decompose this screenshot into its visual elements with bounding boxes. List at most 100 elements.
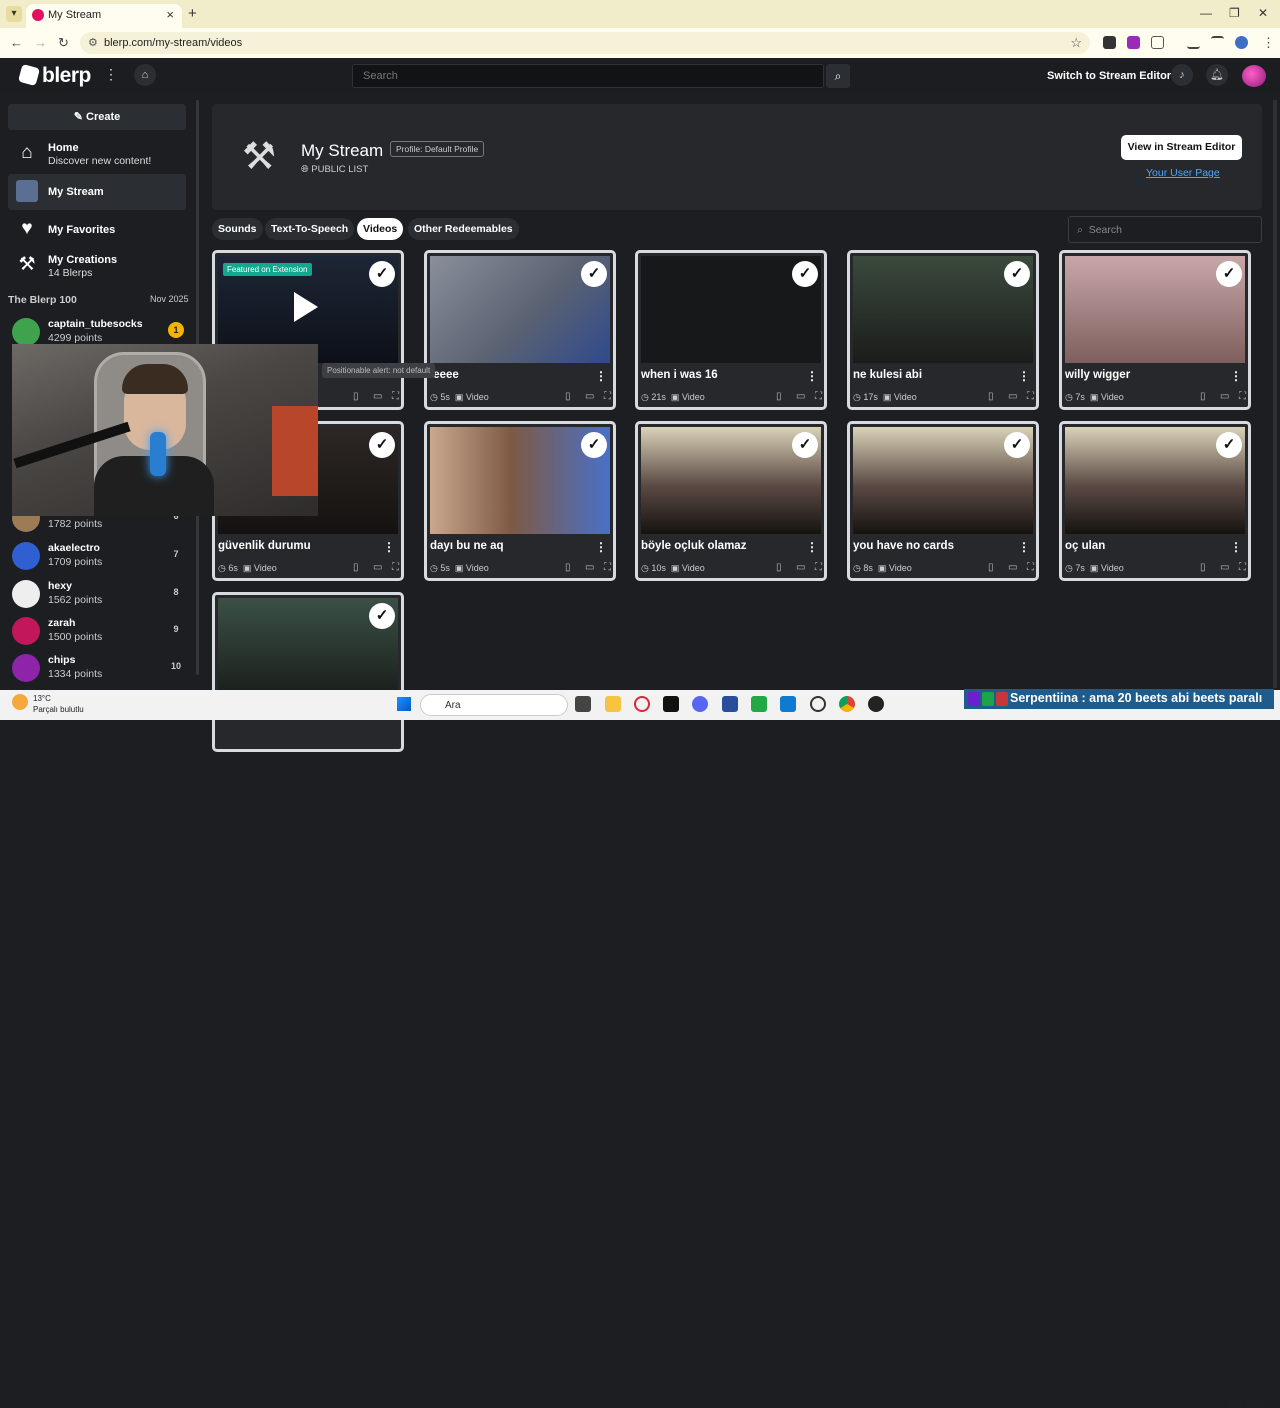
card-more-icon[interactable]: ⋮ xyxy=(1230,540,1242,554)
vscode-icon[interactable] xyxy=(780,696,796,712)
main-scrollbar[interactable] xyxy=(1273,100,1277,688)
volume-icon[interactable]: ♪ xyxy=(1171,64,1193,86)
video-card[interactable]: ✓ oç ulan ⋮ ◷ 7s ▣ Video ▯ ▭ ⛶ xyxy=(1059,421,1251,581)
back-icon[interactable]: ← xyxy=(10,35,23,50)
position-icon[interactable]: ▭ xyxy=(1008,391,1017,402)
selected-check-icon[interactable]: ✓ xyxy=(369,603,395,629)
browser-menu-icon[interactable]: ⋮ xyxy=(1262,35,1275,51)
close-tab-icon[interactable]: × xyxy=(166,7,174,22)
tab-videos[interactable]: Videos xyxy=(357,218,404,240)
selected-check-icon[interactable]: ✓ xyxy=(1004,432,1030,458)
selected-check-icon[interactable]: ✓ xyxy=(369,261,395,287)
selected-check-icon[interactable]: ✓ xyxy=(1004,261,1030,287)
opera-icon[interactable] xyxy=(634,696,650,712)
window-close-icon[interactable]: ✕ xyxy=(1258,6,1268,20)
selected-check-icon[interactable]: ✓ xyxy=(792,432,818,458)
layout-icon[interactable]: ▯ xyxy=(1200,391,1206,402)
notification-bell-icon[interactable]: 🔔︎ xyxy=(1206,64,1228,86)
fullscreen-icon[interactable]: ⛶ xyxy=(604,562,611,573)
app-icon[interactable] xyxy=(722,696,738,712)
position-icon[interactable]: ▭ xyxy=(585,391,594,402)
reload-icon[interactable]: ↻ xyxy=(58,35,69,51)
fullscreen-icon[interactable]: ⛶ xyxy=(392,391,399,402)
forward-icon[interactable]: → xyxy=(34,35,47,50)
your-user-page-link[interactable]: Your User Page xyxy=(1146,167,1220,179)
user-avatar[interactable] xyxy=(1242,65,1266,87)
app-icon[interactable] xyxy=(868,696,884,712)
app-icon[interactable] xyxy=(751,696,767,712)
video-card[interactable]: ✓ xyxy=(212,592,404,752)
layout-icon[interactable]: ▯ xyxy=(776,391,782,402)
video-card[interactable]: ✓ when i was 16 ⋮ ◷ 21s ▣ Video ▯ ▭ ⛶ xyxy=(635,250,827,410)
play-icon[interactable] xyxy=(294,292,318,322)
fullscreen-icon[interactable]: ⛶ xyxy=(392,562,399,573)
download-icon[interactable] xyxy=(1187,36,1200,49)
browser-tab[interactable]: My Stream × xyxy=(26,4,182,28)
layout-icon[interactable]: ▯ xyxy=(353,391,359,402)
video-card[interactable]: ✓ leeee ⋮ ◷ 5s ▣ Video ▯ ▭ ⛶ xyxy=(424,250,616,410)
leaderboard-row[interactable]: hexy 1562 points 8 xyxy=(10,578,186,610)
card-more-icon[interactable]: ⋮ xyxy=(1230,369,1242,383)
video-card[interactable]: ✓ böyle oçluk olamaz ⋮ ◷ 10s ▣ Video ▯ ▭ ⛶ xyxy=(635,421,827,581)
discord-icon[interactable] xyxy=(692,696,708,712)
layout-icon[interactable]: ▯ xyxy=(988,391,994,402)
layout-icon[interactable]: ▯ xyxy=(1200,562,1206,573)
card-more-icon[interactable]: ⋮ xyxy=(806,540,818,554)
leaderboard-row[interactable]: chips 1334 points 10 xyxy=(10,652,186,684)
fullscreen-icon[interactable]: ⛶ xyxy=(1239,391,1246,402)
layout-icon[interactable]: ▯ xyxy=(565,562,571,573)
fullscreen-icon[interactable]: ⛶ xyxy=(1027,391,1034,402)
position-icon[interactable]: ▭ xyxy=(585,562,594,573)
chatgpt-icon[interactable] xyxy=(810,696,826,712)
card-more-icon[interactable]: ⋮ xyxy=(383,540,395,554)
weather-icon[interactable] xyxy=(12,694,28,710)
tab-other-redeemables[interactable]: Other Redeemables xyxy=(408,218,519,240)
video-card[interactable]: ✓ dayı bu ne aq ⋮ ◷ 5s ▣ Video ▯ ▭ ⛶ xyxy=(424,421,616,581)
selected-check-icon[interactable]: ✓ xyxy=(581,432,607,458)
filter-search-input[interactable]: ⌕ Search xyxy=(1068,216,1262,243)
card-more-icon[interactable]: ⋮ xyxy=(1018,369,1030,383)
position-icon[interactable]: ▭ xyxy=(1008,562,1017,573)
selected-check-icon[interactable]: ✓ xyxy=(1216,261,1242,287)
start-icon[interactable] xyxy=(397,697,411,711)
sidebar-item-home[interactable]: ⌂ Home Discover new content! xyxy=(8,136,186,172)
create-button[interactable]: ✎ Create xyxy=(8,104,186,130)
sidebar-item-my-stream[interactable]: My Stream xyxy=(8,174,186,210)
minimize-icon[interactable]: — xyxy=(1200,6,1212,20)
layout-icon[interactable]: ▯ xyxy=(565,391,571,402)
address-bar[interactable]: ⚙ blerp.com/my-stream/videos ☆ xyxy=(80,32,1090,54)
video-card[interactable]: ✓ ne kulesi abi ⋮ ◷ 17s ▣ Video ▯ ▭ ⛶ xyxy=(847,250,1039,410)
card-more-icon[interactable]: ⋮ xyxy=(806,369,818,383)
fullscreen-icon[interactable]: ⛶ xyxy=(1239,562,1246,573)
sidebar-item-my-favorites[interactable]: ♥ My Favorites xyxy=(8,212,186,248)
leaderboard-row[interactable]: zarah 1500 points 9 xyxy=(10,615,186,647)
position-icon[interactable]: ▭ xyxy=(373,562,382,573)
taskbar-search[interactable]: Ara xyxy=(420,694,568,716)
home-icon[interactable]: ⌂ xyxy=(134,64,156,86)
maximize-icon[interactable]: ❐ xyxy=(1229,6,1240,20)
position-icon[interactable]: ▭ xyxy=(373,391,382,402)
selected-check-icon[interactable]: ✓ xyxy=(369,432,395,458)
site-info-icon[interactable]: ⚙ xyxy=(88,36,98,49)
fullscreen-icon[interactable]: ⛶ xyxy=(604,391,611,402)
tab-text-to-speech[interactable]: Text-To-Speech xyxy=(265,218,355,240)
extension-icon[interactable] xyxy=(1127,36,1140,49)
fullscreen-icon[interactable]: ⛶ xyxy=(1027,562,1034,573)
search-icon[interactable]: ⌕ xyxy=(826,64,850,88)
video-card[interactable]: ✓ you have no cards ⋮ ◷ 8s ▣ Video ▯ ▭ ⛶ xyxy=(847,421,1039,581)
card-more-icon[interactable]: ⋮ xyxy=(1018,540,1030,554)
task-view-icon[interactable] xyxy=(575,696,591,712)
extension-icon[interactable] xyxy=(1103,36,1116,49)
search-input[interactable]: Search xyxy=(352,64,824,88)
position-icon[interactable]: ▭ xyxy=(796,391,805,402)
sidebar-item-my-creations[interactable]: ⚒ My Creations 14 Blerps xyxy=(8,248,186,284)
position-icon[interactable]: ▭ xyxy=(1220,391,1229,402)
layout-icon[interactable]: ▯ xyxy=(353,562,359,573)
view-in-stream-editor-button[interactable]: View in Stream Editor xyxy=(1121,135,1242,160)
card-more-icon[interactable]: ⋮ xyxy=(595,540,607,554)
file-explorer-icon[interactable] xyxy=(605,696,621,712)
blerp-logo[interactable]: blerp xyxy=(17,63,91,88)
tab-sounds[interactable]: Sounds xyxy=(212,218,263,240)
reading-list-icon[interactable] xyxy=(1211,36,1224,49)
card-more-icon[interactable]: ⋮ xyxy=(595,369,607,383)
